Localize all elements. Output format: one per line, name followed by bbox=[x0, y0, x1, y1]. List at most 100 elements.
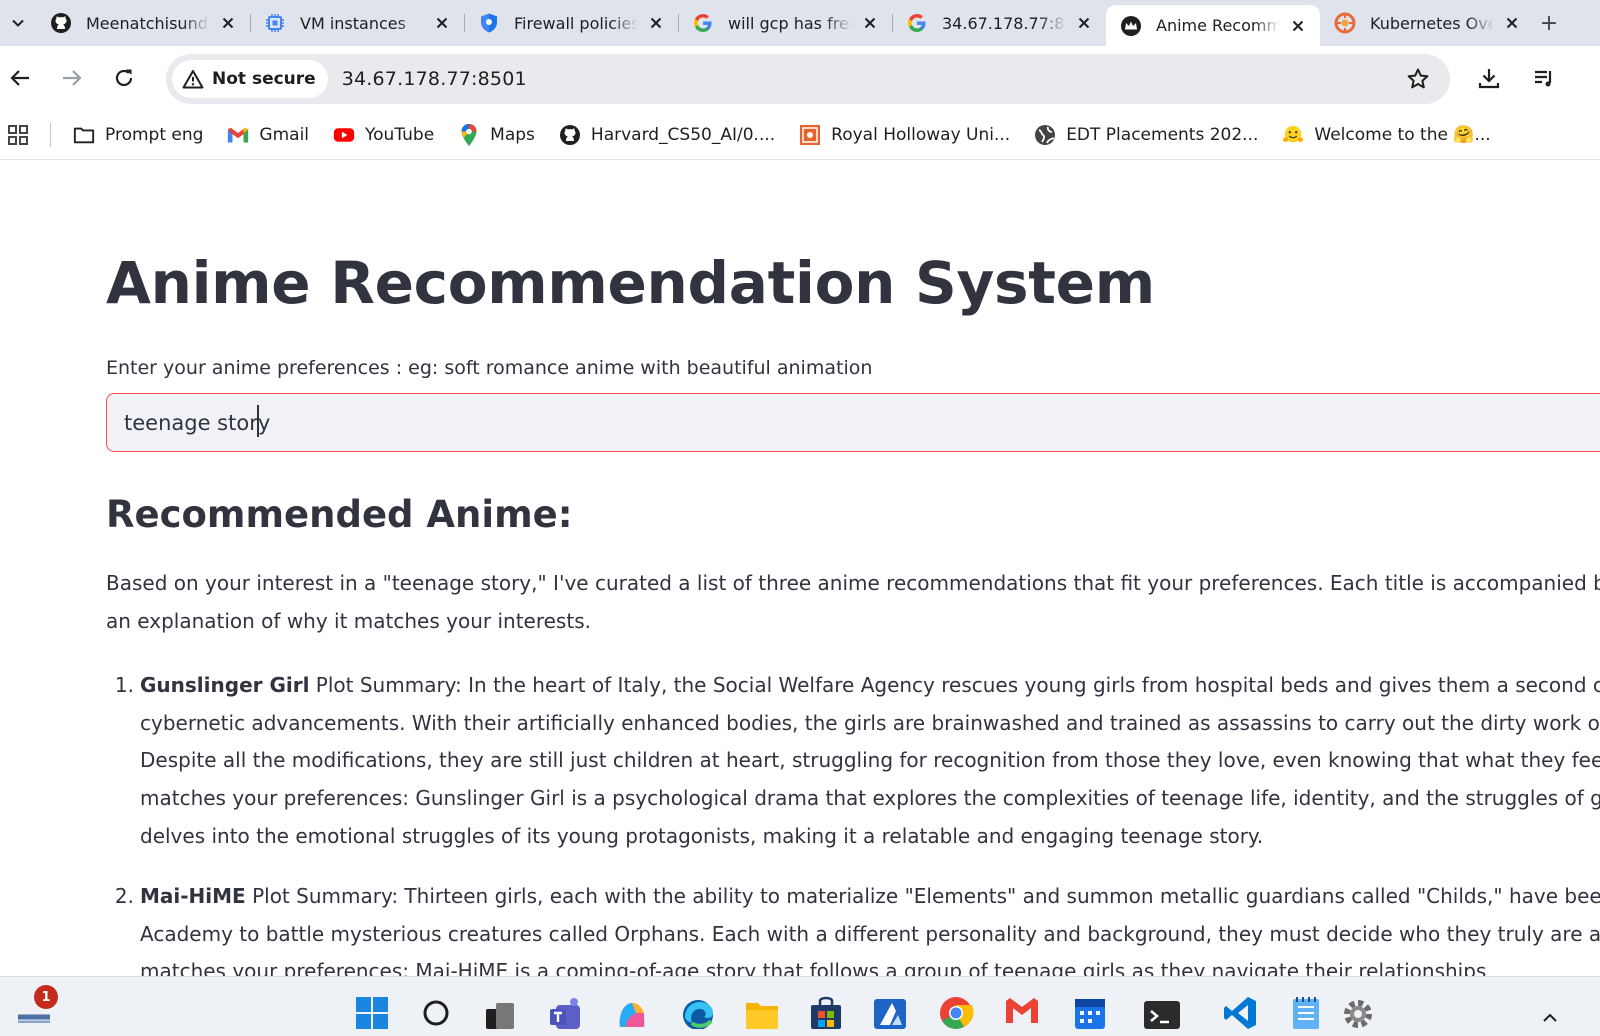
vscode-icon[interactable] bbox=[1220, 993, 1260, 1036]
url-text: 34.67.178.77:8501 bbox=[341, 68, 527, 90]
close-icon[interactable] bbox=[1288, 16, 1308, 36]
tab-vm-instances[interactable]: VM instances bbox=[250, 5, 464, 41]
tab-title: VM instances bbox=[300, 13, 406, 33]
list-number: 1. bbox=[114, 673, 134, 697]
arrow-right-icon bbox=[63, 70, 82, 86]
list-item: 1. Gunslinger Girl Plot Summary: In the … bbox=[106, 667, 1600, 856]
anime-description: Plot Summary: Thirteen girls, each with … bbox=[140, 884, 1600, 976]
bookmark-label: Royal Holloway Uni... bbox=[831, 124, 1011, 145]
tab-title: Meenatchisundari bbox=[86, 13, 210, 33]
notification-badge: 1 bbox=[34, 985, 58, 1009]
tab-title: will gcp has free bbox=[728, 13, 852, 33]
task-view-icon[interactable] bbox=[480, 993, 520, 1036]
notepad-icon[interactable] bbox=[1286, 993, 1326, 1036]
shield-icon bbox=[478, 12, 500, 34]
address-bar[interactable]: Not secure 34.67.178.77:8501 bbox=[166, 54, 1450, 104]
tab-firewall-policies[interactable]: Firewall policies bbox=[464, 5, 678, 41]
reload-button[interactable] bbox=[104, 58, 144, 98]
bookmark-label: YouTube bbox=[365, 124, 435, 145]
anime-title: Mai-HiME bbox=[140, 884, 246, 908]
search-icon[interactable] bbox=[416, 993, 456, 1036]
close-icon[interactable] bbox=[646, 13, 666, 33]
edge-icon[interactable] bbox=[678, 993, 718, 1036]
playlist-icon bbox=[1535, 70, 1552, 87]
text-caret bbox=[257, 405, 259, 437]
tab-github[interactable]: Meenatchisundari bbox=[36, 5, 250, 41]
github-icon bbox=[50, 12, 72, 34]
bookmark-label: Welcome to the 🤗... bbox=[1314, 124, 1491, 145]
intro-paragraph: Based on your interest in a "teenage sto… bbox=[106, 571, 1600, 633]
close-icon[interactable] bbox=[1074, 13, 1094, 33]
apps-grid-icon bbox=[8, 124, 28, 145]
tab-title: Firewall policies bbox=[514, 13, 638, 33]
bookmark-label: Harvard_CS50_AI/0.... bbox=[590, 124, 776, 145]
bookmark-harvard-cs50[interactable]: Harvard_CS50_AI/0.... bbox=[559, 124, 775, 146]
gmail-icon[interactable] bbox=[1002, 993, 1042, 1036]
chrome-icon[interactable] bbox=[936, 993, 976, 1036]
bookmark-gmail[interactable]: Gmail bbox=[227, 124, 309, 146]
file-explorer-icon[interactable] bbox=[742, 993, 782, 1036]
terminal-icon[interactable] bbox=[1142, 993, 1182, 1036]
download-icon bbox=[1478, 69, 1500, 89]
apps-button[interactable] bbox=[0, 117, 36, 153]
maps-icon bbox=[458, 123, 480, 146]
tab-google-search[interactable]: will gcp has free bbox=[678, 5, 892, 41]
royal-holloway-icon bbox=[799, 124, 821, 146]
bookmark-label: Prompt eng bbox=[105, 124, 204, 145]
security-chip[interactable]: Not secure bbox=[172, 60, 328, 98]
list-item: 2. Mai-HiME Plot Summary: Thirteen girls… bbox=[106, 878, 1600, 976]
list-number: 2. bbox=[114, 884, 134, 908]
bookmark-royal-holloway[interactable]: Royal Holloway Uni... bbox=[799, 124, 1010, 146]
tab-title: Anime Recommendation bbox=[1156, 16, 1280, 35]
calendar-icon[interactable] bbox=[1070, 993, 1110, 1036]
tab-strip: Meenatchisundari VM instances Firewall p… bbox=[0, 0, 1600, 46]
preferences-input[interactable] bbox=[106, 393, 1600, 452]
azure-icon[interactable] bbox=[870, 993, 910, 1036]
forward-button[interactable] bbox=[52, 58, 92, 98]
bookmark-edt-placements[interactable]: EDT Placements 202... bbox=[1034, 124, 1258, 146]
media-controls-button[interactable] bbox=[1524, 58, 1564, 98]
bookmark-label: EDT Placements 202... bbox=[1066, 124, 1259, 145]
preferences-label: Enter your anime preferences : eg: soft … bbox=[106, 357, 873, 379]
tab-anime-recommendation[interactable]: Anime Recommendation bbox=[1106, 5, 1320, 46]
copilot-icon[interactable] bbox=[612, 993, 652, 1036]
google-icon bbox=[906, 12, 928, 34]
tab-search-button[interactable] bbox=[0, 5, 36, 41]
bookmark-star-icon[interactable] bbox=[1406, 67, 1430, 95]
recommendation-body: Gunslinger Girl Plot Summary: In the hea… bbox=[140, 667, 1600, 856]
close-icon[interactable] bbox=[432, 13, 452, 33]
windows-taskbar: 1 bbox=[0, 976, 1600, 1036]
chevron-up-icon[interactable] bbox=[1530, 993, 1570, 1036]
back-button[interactable] bbox=[0, 58, 40, 98]
bookmark-label: Gmail bbox=[259, 124, 310, 145]
close-icon[interactable] bbox=[860, 13, 880, 33]
arrow-left-icon bbox=[10, 70, 29, 86]
close-icon[interactable] bbox=[1502, 13, 1522, 33]
store-icon[interactable] bbox=[806, 993, 846, 1036]
close-icon[interactable] bbox=[218, 13, 238, 33]
tab-ip-address[interactable]: 34.67.178.77:8501 bbox=[892, 5, 1106, 41]
reload-icon bbox=[115, 69, 133, 87]
settings-icon[interactable] bbox=[1338, 993, 1378, 1036]
compute-engine-icon bbox=[264, 12, 286, 34]
plus-icon: + bbox=[1539, 10, 1559, 36]
huggingface-icon bbox=[1282, 124, 1304, 146]
bookmark-huggingface[interactable]: Welcome to the 🤗... bbox=[1282, 124, 1491, 146]
anime-description: Plot Summary: In the heart of Italy, the… bbox=[140, 673, 1600, 848]
browser-toolbar: Not secure 34.67.178.77:8501 bbox=[0, 46, 1600, 110]
tab-kubernetes[interactable]: Kubernetes Overview bbox=[1320, 5, 1534, 41]
bookmarks-divider bbox=[50, 122, 51, 147]
chevron-down-icon bbox=[12, 19, 24, 27]
windows-start-icon[interactable] bbox=[352, 993, 392, 1036]
bookmark-label: Maps bbox=[490, 124, 535, 145]
bookmark-youtube[interactable]: YouTube bbox=[333, 124, 434, 146]
downloads-button[interactable] bbox=[1469, 58, 1509, 98]
gmail-icon bbox=[227, 124, 249, 146]
kubernetes-icon bbox=[1334, 12, 1356, 34]
bookmark-prompt-eng[interactable]: Prompt eng bbox=[73, 124, 203, 146]
teams-icon[interactable] bbox=[546, 993, 586, 1036]
bookmark-maps[interactable]: Maps bbox=[458, 123, 535, 146]
streamlit-crown-icon bbox=[1120, 15, 1142, 37]
bookmarks-bar: Prompt eng Gmail YouTube Maps Harvard_CS… bbox=[0, 110, 1600, 160]
new-tab-button[interactable]: + bbox=[1534, 5, 1564, 41]
